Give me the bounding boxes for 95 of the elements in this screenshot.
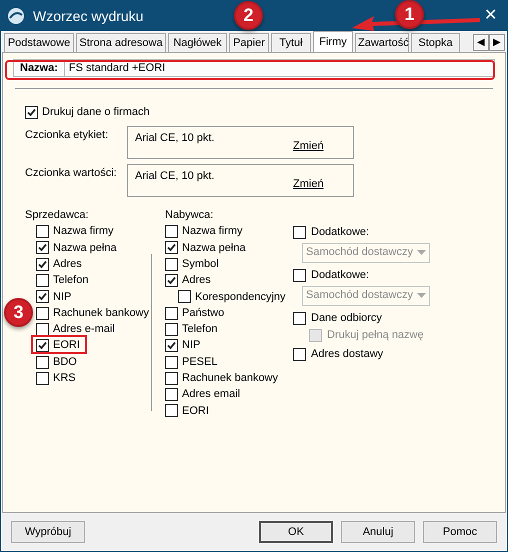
close-button[interactable]: ✕ — [484, 8, 497, 24]
tab-scroll-button[interactable]: ▶ — [489, 34, 505, 51]
change-link[interactable]: Zmień — [293, 138, 324, 154]
checkmark-icon — [27, 108, 36, 117]
tab[interactable]: Nagłówek — [168, 33, 227, 52]
checkbox[interactable] — [165, 258, 178, 271]
checkbox[interactable] — [165, 388, 178, 402]
section-label: Nabywca: — [165, 208, 214, 222]
checkbox-label: Adres dostawy — [311, 346, 384, 362]
checkbox[interactable] — [36, 241, 49, 254]
tab[interactable]: Strona adresowa — [76, 33, 166, 52]
window-title: Wzorzec wydruku — [33, 6, 144, 26]
checkbox-label: BDO — [53, 354, 77, 370]
checkmark-icon — [167, 276, 176, 286]
checkbox-label: NIP — [182, 338, 200, 354]
dialog-button[interactable]: Pomoc — [423, 521, 497, 543]
checkbox-label: Adres — [182, 273, 211, 288]
checkbox-label: Drukuj pełną nazwę — [327, 328, 424, 343]
checkbox-label: Adres email — [182, 387, 240, 402]
checkbox[interactable] — [165, 274, 178, 288]
checkbox[interactable] — [165, 225, 178, 238]
font-label: Czcionka etykiet: — [25, 128, 110, 142]
checkbox-label: Drukuj dane o firmach — [42, 105, 150, 120]
checkbox-label: Dodatkowe: — [311, 224, 370, 240]
checkbox-label: NIP — [53, 290, 72, 305]
checkbox-label: Symbol — [182, 257, 219, 272]
change-link[interactable]: Zmień — [293, 176, 324, 192]
checkmark-icon — [167, 243, 176, 252]
checkbox-label: Adres e-mail — [53, 322, 115, 338]
checkbox[interactable] — [165, 322, 178, 336]
checkbox[interactable] — [293, 348, 306, 360]
app-logo-icon — [7, 7, 25, 25]
checkbox[interactable] — [36, 322, 49, 336]
checkbox-label: Państwo — [182, 306, 224, 321]
checkbox-label: Telefon — [182, 322, 218, 338]
name-value: FS standard +EORI — [68, 60, 166, 76]
checkbox-label: Telefon — [53, 273, 88, 288]
tab[interactable]: Firmy — [313, 31, 353, 52]
checkbox-label: Nazwa firmy — [182, 224, 243, 240]
section-label: Sprzedawca: — [25, 208, 90, 222]
checkbox[interactable] — [36, 274, 49, 288]
checkbox-label: Rachunek bankowy — [182, 371, 278, 386]
dropdown-value: Samochód dostawczy — [306, 245, 413, 260]
dropdown-arrow-icon — [417, 293, 426, 298]
checkbox[interactable] — [165, 404, 178, 418]
checkbox[interactable] — [165, 372, 178, 385]
checkbox[interactable] — [36, 372, 49, 385]
checkbox[interactable] — [36, 356, 49, 369]
step-marker: 1 — [395, 0, 424, 29]
checkmark-icon — [38, 292, 47, 302]
checkbox-label: Adres — [53, 257, 82, 272]
checkbox[interactable] — [165, 339, 178, 352]
checkbox[interactable] — [178, 290, 191, 304]
try-button[interactable]: Wypróbuj — [11, 521, 85, 543]
checkbox-label: Nazwa firmy — [53, 224, 114, 240]
checkbox-label: Dane odbiorcy — [311, 310, 382, 326]
checkbox-label: Nazwa pełna — [182, 240, 246, 256]
dropdown-value: Samochód dostawczy — [306, 288, 413, 304]
checkbox[interactable] — [165, 356, 178, 369]
checkbox[interactable] — [293, 312, 306, 324]
font-label: Czcionka wartości: — [25, 166, 118, 180]
dialog-button[interactable]: OK — [259, 521, 333, 543]
checkbox[interactable] — [36, 258, 49, 271]
font-value: Arial CE, 10 pkt. — [135, 168, 216, 184]
tab[interactable]: Zawartość — [355, 33, 409, 52]
tab[interactable]: Papier — [229, 33, 269, 52]
checkbox[interactable] — [293, 268, 306, 282]
checkbox-label: KRS — [53, 371, 76, 386]
step-marker: 2 — [234, 1, 263, 30]
tab-scroll-button[interactable]: ◀ — [473, 34, 489, 51]
tab[interactable]: Tytuł — [271, 33, 311, 52]
checkbox-label: Dodatkowe: — [311, 268, 370, 283]
dialog-button[interactable]: Anuluj — [341, 521, 415, 543]
checkbox[interactable] — [293, 226, 306, 238]
checkbox[interactable] — [36, 290, 49, 304]
checkbox[interactable] — [36, 306, 49, 320]
checkbox-label: EORI — [182, 404, 209, 419]
checkbox[interactable] — [165, 306, 178, 320]
font-value: Arial CE, 10 pkt. — [135, 130, 216, 146]
tab[interactable]: Podstawowe — [4, 33, 74, 52]
checkbox[interactable] — [36, 339, 49, 352]
checkbox[interactable] — [36, 225, 49, 238]
checkbox-label: Rachunek bankowy — [53, 306, 150, 321]
highlight-frame — [31, 335, 87, 354]
name-label: Nazwa: — [14, 60, 65, 76]
checkbox-label: Nazwa pełna — [53, 240, 117, 256]
checkbox-label: EORI — [53, 338, 80, 354]
checkmark-icon — [38, 341, 47, 350]
tab[interactable]: Stopka — [411, 33, 460, 52]
checkbox-label: PESEL — [182, 354, 218, 370]
checkbox[interactable] — [25, 106, 38, 119]
checkbox[interactable] — [165, 241, 178, 254]
dropdown-arrow-icon — [417, 250, 426, 255]
checkmark-icon — [167, 341, 176, 350]
checkbox-label: Korespondencyjny — [195, 290, 286, 305]
